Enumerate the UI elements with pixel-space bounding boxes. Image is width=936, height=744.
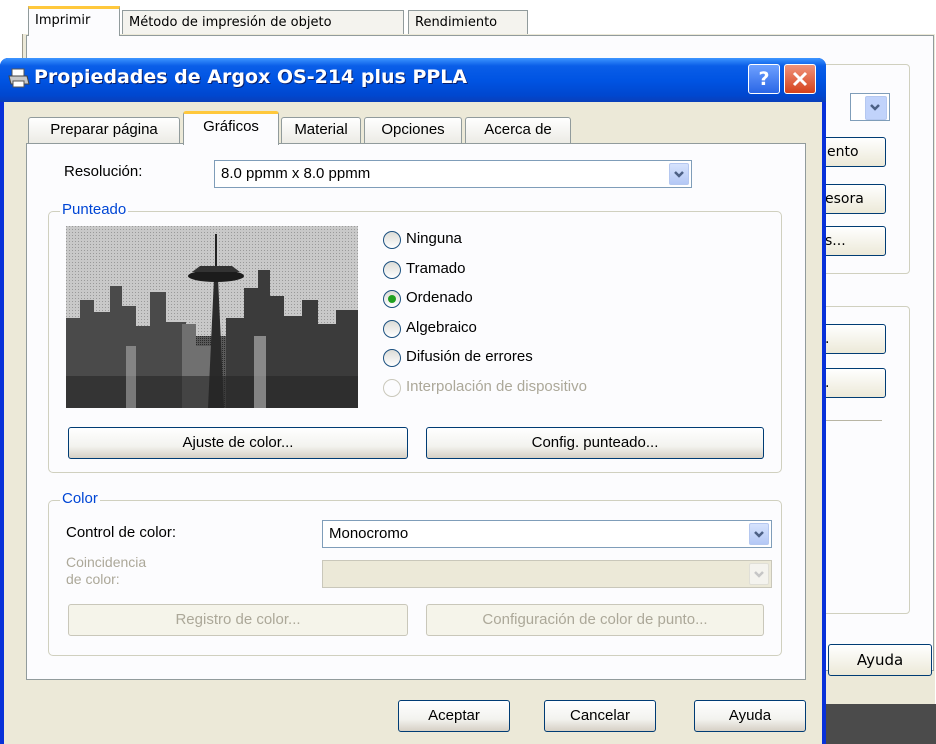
resolution-label: Resolución: — [64, 163, 143, 180]
chevron-down-icon[interactable] — [865, 96, 887, 120]
dithering-group-title: Punteado — [60, 201, 129, 218]
radio-label-ninguna[interactable]: Ninguna — [406, 230, 462, 247]
bg-button-3[interactable]: s... — [820, 226, 886, 256]
radio-ninguna[interactable] — [383, 231, 401, 249]
help-button[interactable]: Ayuda — [694, 700, 806, 732]
radio-interpolacion-dispositivo — [383, 379, 401, 397]
resolution-value: 8.0 ppmm x 8.0 ppmm — [221, 165, 371, 182]
bg-button-2[interactable]: esora — [820, 184, 886, 214]
printer-icon — [8, 67, 30, 89]
tab-acerca-de[interactable]: Acerca de — [465, 117, 571, 143]
dither-config-button[interactable]: Config. punteado... — [426, 427, 764, 459]
color-matching-select — [322, 560, 772, 588]
radio-label-tramado[interactable]: Tramado — [406, 260, 465, 277]
bg-tab-rendimiento[interactable]: Rendimiento — [408, 10, 528, 34]
color-control-value: Monocromo — [329, 525, 409, 542]
color-matching-label-line2: de color: — [66, 571, 120, 587]
bg-separator — [826, 420, 882, 421]
chevron-down-icon[interactable] — [669, 163, 689, 185]
radio-difusion-errores[interactable] — [383, 349, 401, 367]
radio-label-ordenado[interactable]: Ordenado — [406, 289, 473, 306]
ok-button[interactable]: Aceptar — [398, 700, 510, 732]
chevron-down-icon[interactable] — [749, 523, 769, 545]
radio-label-algebraico[interactable]: Algebraico — [406, 319, 477, 336]
color-group-title: Color — [60, 490, 100, 507]
bg-tab-imprimir[interactable]: Imprimir — [28, 6, 120, 36]
radio-label-difusion-errores[interactable]: Difusión de errores — [406, 348, 533, 365]
chevron-down-icon — [749, 563, 769, 585]
bg-button-5[interactable]: . — [820, 368, 886, 398]
bg-help-button[interactable]: Ayuda — [828, 644, 932, 676]
dot-color-config-button: Configuración de color de punto... — [426, 604, 764, 636]
tab-material[interactable]: Material — [281, 117, 361, 143]
close-button[interactable] — [784, 64, 816, 94]
bg-printer-combo[interactable] — [850, 93, 890, 121]
bg-tab-metodo-impresion[interactable]: Método de impresión de objeto — [122, 10, 404, 34]
radio-tramado[interactable] — [383, 261, 401, 279]
color-control-label: Control de color: — [66, 524, 177, 541]
tab-opciones[interactable]: Opciones — [364, 117, 462, 143]
radio-label-interpolacion-dispositivo: Interpolación de dispositivo — [406, 378, 587, 395]
color-register-button: Registro de color... — [68, 604, 408, 636]
dialog-title: Propiedades de Argox OS-214 plus PPLA — [34, 66, 468, 88]
tab-preparar-pagina[interactable]: Preparar página — [28, 117, 180, 143]
radio-ordenado[interactable] — [383, 290, 401, 308]
help-titlebar-button[interactable]: ? — [748, 64, 780, 94]
cancel-button[interactable]: Cancelar — [544, 700, 656, 732]
color-matching-label-line1: Coincidencia — [66, 554, 147, 570]
close-icon — [792, 71, 808, 87]
dither-preview-image — [66, 226, 358, 408]
resolution-select[interactable]: 8.0 ppmm x 8.0 ppmm — [214, 160, 692, 188]
color-control-select[interactable]: Monocromo — [322, 520, 772, 548]
bg-button-4[interactable]: . — [820, 324, 886, 354]
radio-algebraico[interactable] — [383, 320, 401, 338]
color-adjust-button[interactable]: Ajuste de color... — [68, 427, 408, 459]
bg-button-1[interactable]: ento — [820, 137, 886, 167]
tab-graficos[interactable]: Gráficos — [183, 111, 279, 145]
